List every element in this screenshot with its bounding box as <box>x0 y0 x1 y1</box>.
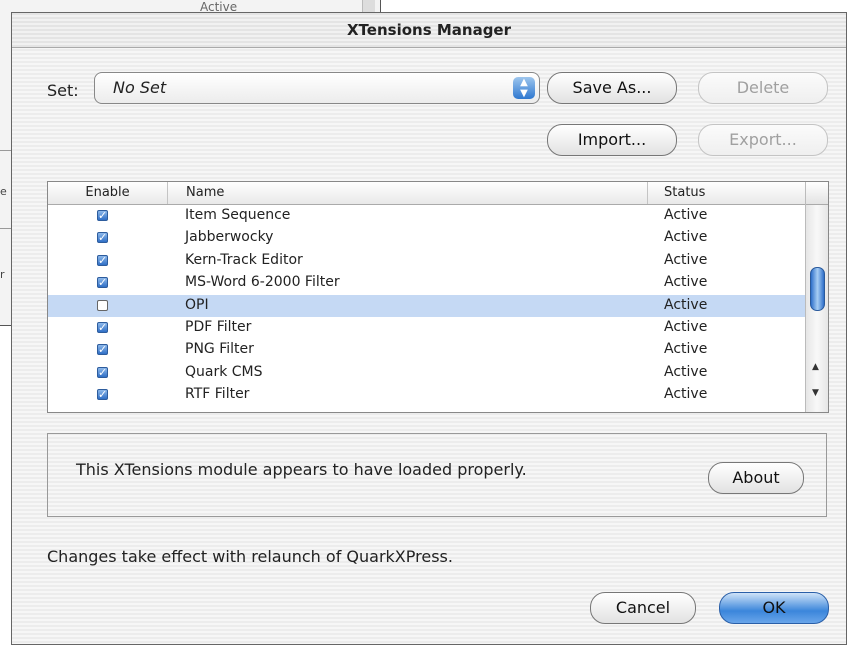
row-name: OPI <box>185 296 209 313</box>
about-button[interactable]: About <box>708 462 804 494</box>
set-label: Set: <box>47 81 79 100</box>
row-status: Active <box>664 318 708 335</box>
enable-checkbox[interactable]: ✓ <box>97 232 108 244</box>
table-row[interactable]: ✓ Quark CMS Active <box>48 362 806 384</box>
module-info-box: This XTensions module appears to have lo… <box>47 433 827 517</box>
export-button[interactable]: Export... <box>698 124 828 156</box>
enable-checkbox[interactable]: ✓ <box>97 344 108 356</box>
row-status: Active <box>664 363 708 380</box>
table-scrollbar[interactable]: ▲ ▼ <box>805 182 828 412</box>
enable-checkbox[interactable]: ✓ <box>97 389 108 401</box>
row-name: Jabberwocky <box>185 229 274 246</box>
row-status: Active <box>664 274 708 291</box>
popup-arrows-icon: ▲ ▼ <box>513 77 535 99</box>
row-name: Item Sequence <box>185 207 291 223</box>
row-name: Kern-Track Editor <box>185 251 303 268</box>
background-letter: e <box>0 185 7 198</box>
relaunch-note: Changes take effect with relaunch of Qua… <box>47 547 453 566</box>
enable-checkbox[interactable] <box>97 299 108 311</box>
row-name: MS-Word 6-2000 Filter <box>185 274 340 291</box>
ok-button[interactable]: OK <box>719 592 829 624</box>
row-status: Active <box>664 207 708 223</box>
cancel-button[interactable]: Cancel <box>590 592 696 624</box>
row-status: Active <box>664 229 708 246</box>
row-name: PDF Filter <box>185 318 252 335</box>
table-row[interactable]: ✓ Jabberwocky Active <box>48 227 806 249</box>
enable-checkbox[interactable]: ✓ <box>97 321 108 333</box>
xtensions-manager-dialog: XTensions Manager Set: No Set ▲ ▼ Save As… <box>11 12 847 645</box>
row-status: Active <box>664 386 708 403</box>
table-row[interactable]: ✓ PNG Filter Active <box>48 339 806 361</box>
scrollbar-corner <box>806 182 828 205</box>
table-header: Enable Name Status <box>48 182 806 205</box>
column-header-enable[interactable]: Enable <box>48 182 168 204</box>
row-status: Active <box>664 341 708 358</box>
module-status-message: This XTensions module appears to have lo… <box>76 460 527 479</box>
enable-checkbox[interactable]: ✓ <box>97 277 108 289</box>
table-row[interactable]: OPI Active <box>48 294 806 317</box>
scroll-up-arrow-icon[interactable]: ▲ <box>812 362 819 372</box>
dialog-title: XTensions Manager <box>12 13 846 48</box>
enable-checkbox[interactable]: ✓ <box>97 366 108 378</box>
background-letter: r <box>0 268 5 281</box>
save-as-button[interactable]: Save As... <box>547 72 677 104</box>
delete-button[interactable]: Delete <box>698 72 828 104</box>
row-name: Quark CMS <box>185 363 263 380</box>
xtensions-table: Enable Name Status ✓ Item Sequence Active ✓… <box>47 181 829 413</box>
set-popup-value: No Set <box>113 78 167 97</box>
scrollbar-thumb[interactable] <box>810 267 825 311</box>
row-status: Active <box>664 296 708 313</box>
table-row[interactable]: ✓ RTF Filter Active <box>48 384 806 406</box>
row-name: PNG Filter <box>185 341 254 358</box>
scroll-down-arrow-icon[interactable]: ▼ <box>812 388 819 398</box>
set-popup-menu[interactable]: No Set ▲ ▼ <box>94 72 540 104</box>
row-name: RTF Filter <box>185 386 250 403</box>
column-header-status[interactable]: Status <box>648 182 806 204</box>
column-header-name[interactable]: Name <box>168 182 648 204</box>
table-rows: ✓ Item Sequence Active ✓ Jabberwocky Active ✓ K… <box>48 205 806 407</box>
enable-checkbox[interactable]: ✓ <box>97 210 108 221</box>
table-row[interactable]: ✓ PDF Filter Active <box>48 317 806 339</box>
enable-checkbox[interactable]: ✓ <box>97 254 108 266</box>
table-row[interactable]: ✓ Kern-Track Editor Active <box>48 250 806 272</box>
table-row[interactable]: ✓ Item Sequence Active <box>48 205 806 227</box>
row-status: Active <box>664 251 708 268</box>
table-row[interactable]: ✓ MS-Word 6-2000 Filter Active <box>48 272 806 294</box>
import-button[interactable]: Import... <box>547 124 677 156</box>
